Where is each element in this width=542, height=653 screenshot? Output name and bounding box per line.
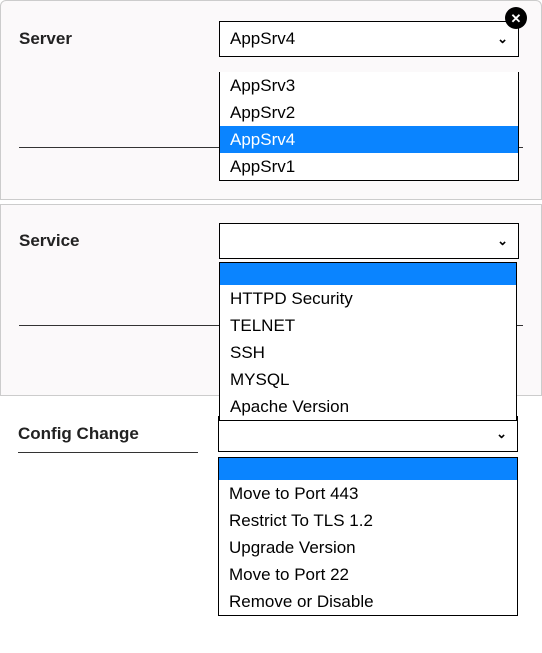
- config-change-label: Config Change: [18, 416, 218, 444]
- server-option[interactable]: AppSrv3: [220, 72, 518, 99]
- divider: [18, 452, 198, 453]
- server-select-value: AppSrv4: [230, 29, 295, 49]
- close-icon[interactable]: ✕: [505, 7, 527, 29]
- server-section: ✕ Server AppSrv4 ⌄ AppSrv3 AppSrv2 AppSr…: [0, 0, 542, 200]
- config-change-option[interactable]: Move to Port 22: [219, 561, 517, 588]
- chevron-down-icon: ⌄: [497, 233, 508, 249]
- config-change-option[interactable]: Upgrade Version: [219, 534, 517, 561]
- config-change-option-blank[interactable]: [219, 458, 517, 480]
- service-label: Service: [19, 223, 219, 251]
- server-control: AppSrv4 ⌄: [219, 21, 523, 57]
- service-option[interactable]: Apache Version: [220, 393, 516, 420]
- server-option[interactable]: AppSrv4: [220, 126, 518, 153]
- service-row: Service ⌄: [19, 223, 523, 259]
- server-select[interactable]: AppSrv4 ⌄: [219, 21, 519, 57]
- server-option[interactable]: AppSrv2: [220, 99, 518, 126]
- service-control: ⌄: [219, 223, 523, 259]
- server-option[interactable]: AppSrv1: [220, 153, 518, 180]
- config-change-dropdown[interactable]: Move to Port 443 Restrict To TLS 1.2 Upg…: [218, 457, 518, 616]
- config-change-option[interactable]: Restrict To TLS 1.2: [219, 507, 517, 534]
- config-change-select[interactable]: ⌄: [218, 416, 518, 452]
- service-option[interactable]: TELNET: [220, 312, 516, 339]
- server-label: Server: [19, 21, 219, 49]
- service-option[interactable]: MYSQL: [220, 366, 516, 393]
- service-select[interactable]: ⌄: [219, 223, 519, 259]
- config-change-row: Config Change ⌄: [18, 416, 524, 453]
- chevron-down-icon: ⌄: [496, 426, 507, 442]
- server-dropdown[interactable]: AppSrv3 AppSrv2 AppSrv4 AppSrv1: [219, 72, 519, 181]
- config-change-control: ⌄: [218, 416, 524, 452]
- service-section: Service ⌄ HTTPD Security TELNET SSH MYSQ…: [0, 204, 542, 396]
- config-change-label-wrap: Config Change: [18, 416, 218, 453]
- config-change-section: Config Change ⌄ Move to Port 443 Restric…: [0, 400, 542, 622]
- server-row: Server AppSrv4 ⌄: [19, 21, 523, 57]
- service-option[interactable]: SSH: [220, 339, 516, 366]
- service-dropdown[interactable]: HTTPD Security TELNET SSH MYSQL Apache V…: [219, 262, 517, 421]
- service-option[interactable]: HTTPD Security: [220, 285, 516, 312]
- config-change-option[interactable]: Move to Port 443: [219, 480, 517, 507]
- config-change-option[interactable]: Remove or Disable: [219, 588, 517, 615]
- chevron-down-icon: ⌄: [497, 31, 508, 47]
- service-option-blank[interactable]: [220, 263, 516, 285]
